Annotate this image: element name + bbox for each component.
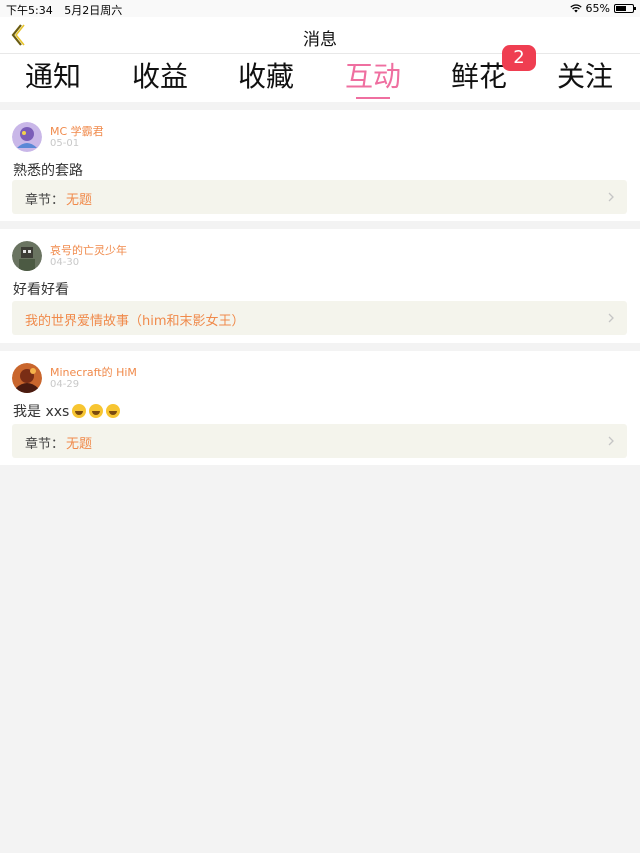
chevron-right-icon — [608, 192, 614, 202]
message-date: 04-30 — [50, 257, 80, 268]
wifi-icon — [569, 4, 582, 13]
tab-notifications[interactable]: 通知 — [0, 58, 106, 96]
username[interactable]: Minecraft的 HiM — [50, 364, 137, 380]
status-time: 下午5:34 — [6, 4, 53, 17]
chevron-right-icon — [608, 313, 614, 323]
message-card[interactable]: Minecraft的 HiM 04-29 我是 xxs 章节： 无题 — [0, 351, 640, 465]
battery-icon — [614, 4, 636, 13]
story-title: 我的世界爱情故事（him和末影女王） — [25, 314, 245, 329]
active-tab-indicator — [356, 97, 390, 99]
status-date: 5月2日周六 — [64, 4, 123, 17]
chevron-right-icon — [608, 436, 614, 446]
tab-earnings[interactable]: 收益 — [107, 58, 213, 96]
laughing-tears-emoji-icon — [106, 404, 121, 418]
user-avatar[interactable] — [12, 122, 42, 152]
story-link[interactable]: 我的世界爱情故事（him和末影女王） — [12, 301, 627, 335]
category-tabs: 通知 收益 收藏 互动 鲜花 关注 2 — [0, 45, 640, 102]
laughing-tears-emoji-icon — [89, 404, 104, 418]
page-title: 消息 — [303, 30, 337, 50]
laughing-tears-emoji-icon — [72, 404, 87, 418]
chapter-link[interactable]: 章节： 无题 — [12, 424, 627, 458]
message-text: 好看好看 — [13, 282, 69, 298]
status-right: 65% — [569, 2, 636, 15]
username[interactable]: 哀号的亡灵少年 — [50, 242, 127, 258]
message-text: 我是 xxs — [13, 404, 70, 420]
tab-interactions[interactable]: 互动 — [320, 58, 426, 96]
tab-favorites[interactable]: 收藏 — [213, 58, 319, 96]
message-card[interactable]: MC 学霸君 05-01 熟悉的套路 章节： 无题 — [0, 110, 640, 221]
chapter-link[interactable]: 章节： 无题 — [12, 180, 627, 214]
status-bar: 下午5:34 5月2日周六 65% — [0, 0, 640, 17]
message-card[interactable]: 哀号的亡灵少年 04-30 好看好看 我的世界爱情故事（him和末影女王） — [0, 229, 640, 343]
message-text: 熟悉的套路 — [13, 163, 83, 179]
chapter-title: 无题 — [66, 193, 93, 208]
message-date: 05-01 — [50, 138, 80, 149]
username[interactable]: MC 学霸君 — [50, 123, 104, 139]
message-text-row: 我是 xxs — [13, 401, 121, 421]
user-avatar[interactable] — [12, 241, 42, 271]
nav-bar: 消息 — [0, 17, 640, 54]
battery-percent: 65% — [585, 2, 610, 15]
tab-following[interactable]: 关注 — [532, 58, 638, 96]
flowers-badge: 2 — [502, 45, 536, 71]
user-avatar[interactable] — [12, 363, 42, 393]
chapter-title: 无题 — [66, 437, 93, 452]
status-time-date: 下午5:34 5月2日周六 — [6, 2, 122, 18]
chapter-label: 章节： — [25, 193, 65, 208]
message-date: 04-29 — [50, 379, 80, 390]
chapter-label: 章节： — [25, 437, 65, 452]
battery-fill — [616, 6, 627, 11]
